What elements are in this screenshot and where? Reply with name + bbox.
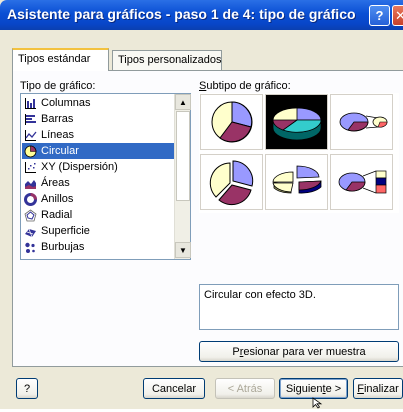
pie-subtype-icon — [211, 101, 252, 143]
list-item[interactable]: Burbujas — [22, 239, 174, 255]
subtype-pie[interactable] — [200, 94, 263, 150]
scroll-down-arrow-icon[interactable]: ▼ — [175, 242, 191, 258]
chart-type-label: Tipo de gráfico: — [20, 80, 96, 92]
cancel-button[interactable]: Cancelar — [143, 378, 205, 399]
list-item[interactable]: Líneas — [22, 127, 174, 143]
question-mark-icon: ? — [375, 8, 384, 23]
surface-chart-icon — [24, 225, 37, 238]
tab-standard-types[interactable]: Tipos estándar — [12, 48, 109, 71]
preview-button[interactable]: Pr esionar para ver muestra — [199, 341, 399, 362]
list-item[interactable]: Radial — [22, 207, 174, 223]
subtype-exploded-pie[interactable] — [200, 154, 263, 210]
list-item-selected[interactable]: Circular — [22, 143, 174, 159]
tab-label: Tipos estándar — [18, 53, 91, 65]
scroll-up-arrow-icon[interactable]: ▲ — [175, 94, 191, 110]
close-icon: ✕ — [395, 8, 403, 24]
finish-button[interactable]: Finalizar — [353, 378, 403, 399]
subtype-exploded-pie-3d[interactable] — [265, 154, 328, 210]
title-bar[interactable]: Asistente para gráficos - paso 1 de 4: t… — [0, 0, 403, 30]
scroll-thumb[interactable] — [176, 111, 190, 201]
exploded-pie-3d-subtype-icon — [272, 165, 322, 194]
pie-3d-subtype-icon — [272, 107, 321, 141]
bar-chart-icon — [24, 113, 37, 126]
list-item[interactable]: Columnas — [22, 95, 174, 111]
doughnut-chart-icon — [24, 192, 37, 206]
tab-label: Tipos personalizados — [118, 54, 222, 66]
subtype-grid — [199, 93, 399, 213]
question-mark-icon: ? — [23, 382, 31, 395]
mouse-pointer-icon — [312, 397, 324, 412]
help-button[interactable]: ? — [16, 378, 38, 399]
scatter-chart-icon — [24, 161, 37, 174]
list-item[interactable]: Áreas — [22, 175, 174, 191]
subtype-pie-3d[interactable] — [265, 94, 328, 150]
list-item[interactable]: Superficie — [22, 223, 174, 239]
subtype-description: Circular con efecto 3D. — [199, 284, 399, 330]
subtype-bar-of-pie[interactable] — [330, 154, 393, 210]
bubble-chart-icon — [24, 241, 37, 254]
chart-type-list[interactable]: Columnas Barras Líneas Circular XY (Disp… — [20, 93, 191, 260]
list-scrollbar[interactable]: ▲ ▼ — [174, 94, 191, 259]
pie-chart-icon — [24, 145, 37, 158]
pie-of-pie-subtype-icon — [339, 112, 387, 132]
next-button[interactable]: Siguien t e > — [279, 378, 348, 399]
list-item[interactable]: Anillos — [22, 191, 174, 207]
radar-chart-icon — [24, 209, 37, 222]
tab-custom-types[interactable]: Tipos personalizados — [112, 50, 222, 71]
line-chart-icon — [24, 129, 37, 142]
subtype-label: Subtipo de gráfico: — [199, 80, 291, 92]
list-item[interactable]: Barras — [22, 111, 174, 127]
window-title: Asistente para gráficos - paso 1 de 4: t… — [7, 6, 356, 22]
exploded-pie-subtype-icon — [209, 160, 253, 206]
area-chart-icon — [24, 177, 37, 190]
subtype-pie-of-pie[interactable] — [330, 94, 393, 150]
list-item[interactable]: XY (Dispersión) — [22, 159, 174, 175]
title-help-button[interactable]: ? — [369, 5, 390, 26]
column-chart-icon — [24, 97, 37, 110]
close-button[interactable]: ✕ — [392, 5, 403, 26]
back-button[interactable]: < Atrás — [215, 378, 275, 399]
chart-wizard-dialog: Asistente para gráficos - paso 1 de 4: t… — [0, 0, 403, 409]
bar-of-pie-subtype-icon — [338, 170, 386, 194]
